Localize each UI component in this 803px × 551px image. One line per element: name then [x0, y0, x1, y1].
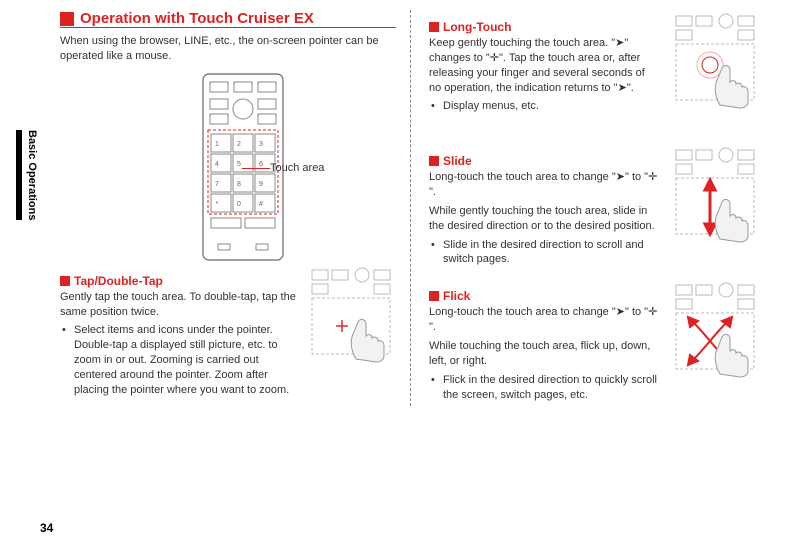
svg-text:4: 4	[215, 161, 219, 168]
side-tab: Basic Operations	[16, 130, 38, 220]
flick-body: Long-touch the touch area to change "➤" …	[429, 305, 660, 335]
crosshair-icon: ✛	[648, 305, 657, 320]
flick-body2: While touching the touch area, flick up,…	[429, 339, 660, 369]
svg-text:1: 1	[215, 141, 219, 148]
longtouch-bullet: Display menus, etc.	[443, 99, 660, 114]
flick-title: Flick	[443, 289, 470, 303]
slide-body: Long-touch the touch area to change "➤" …	[429, 170, 660, 200]
svg-text:3: 3	[259, 141, 263, 148]
svg-text:8: 8	[237, 181, 241, 188]
svg-text:0: 0	[237, 201, 241, 208]
section-title-bar: Operation with Touch Cruiser EX	[60, 10, 396, 28]
cursor-icon: ➤	[616, 305, 625, 320]
svg-text:9: 9	[259, 181, 263, 188]
slide-bullet: Slide in the desired direction to scroll…	[443, 238, 660, 268]
cursor-icon: ➤	[616, 170, 625, 185]
red-square-icon	[429, 156, 439, 166]
slide-heading: Slide	[429, 154, 660, 168]
longtouch-heading: Long-Touch	[429, 20, 660, 34]
flick-heading: Flick	[429, 289, 660, 303]
cursor-icon: ➤	[615, 36, 624, 51]
section-title: Operation with Touch Cruiser EX	[80, 10, 314, 27]
crosshair-icon: ✛	[648, 170, 657, 185]
left-column: Operation with Touch Cruiser EX When usi…	[60, 10, 410, 406]
touch-area-label: Touch area	[270, 162, 324, 174]
page-number: 34	[40, 521, 53, 535]
longtouch-title: Long-Touch	[443, 20, 511, 34]
tap-bullet: Select items and icons under the pointer…	[74, 323, 296, 397]
tap-illustration	[306, 264, 396, 364]
right-column: Long-Touch Keep gently touching the touc…	[410, 10, 760, 406]
svg-text:#: #	[259, 201, 263, 208]
svg-text:7: 7	[215, 181, 219, 188]
slide-illustration	[670, 144, 760, 244]
callout-line	[242, 168, 270, 169]
red-square-icon	[429, 22, 439, 32]
cursor-icon: ➤	[618, 81, 627, 96]
svg-text:5: 5	[237, 161, 241, 168]
longtouch-body: Keep gently touching the touch area. "➤"…	[429, 36, 660, 95]
slide-body2: While gently touching the touch area, sl…	[429, 204, 660, 234]
crosshair-icon: ✛	[490, 51, 499, 66]
svg-text:2: 2	[237, 141, 241, 148]
tap-body: Gently tap the touch area. To double-tap…	[60, 290, 296, 320]
tap-title: Tap/Double-Tap	[74, 274, 163, 288]
svg-text:*: *	[216, 201, 219, 208]
red-square-icon	[429, 291, 439, 301]
svg-text:6: 6	[259, 161, 263, 168]
flick-bullet: Flick in the desired direction to quickl…	[443, 373, 660, 403]
remote-figure: 1 2 3 4 5 6 7 8 9 * 0 # Touch area	[60, 72, 396, 262]
longtouch-illustration	[670, 10, 760, 110]
flick-illustration	[670, 279, 760, 379]
red-square-icon	[60, 276, 70, 286]
red-square-icon	[60, 12, 74, 26]
tap-heading: Tap/Double-Tap	[60, 274, 296, 288]
slide-title: Slide	[443, 154, 472, 168]
intro-text: When using the browser, LINE, etc., the …	[60, 34, 396, 64]
